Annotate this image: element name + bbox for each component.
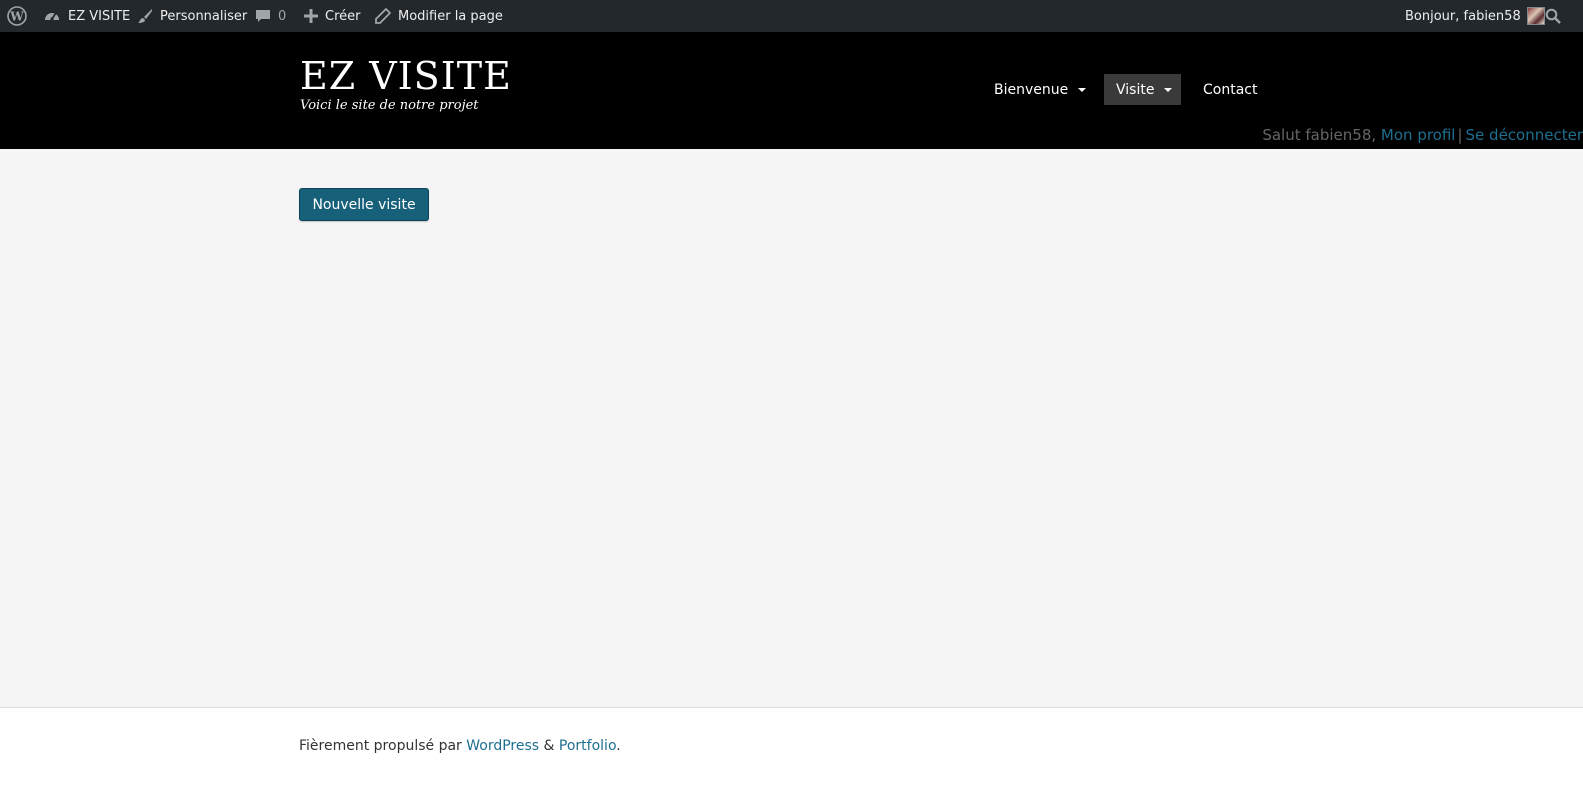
- admin-search[interactable]: [1545, 0, 1561, 32]
- chevron-down-icon: [1164, 87, 1173, 92]
- theme-link[interactable]: Portfolio: [559, 738, 616, 754]
- admin-new[interactable]: Créer: [304, 0, 360, 32]
- admin-comments[interactable]: 0: [255, 0, 286, 32]
- logout-link[interactable]: Se déconnecter: [1466, 126, 1583, 144]
- menu-item-label: Visite: [1116, 81, 1155, 98]
- main-content: Nouvelle visite: [0, 149, 1583, 708]
- admin-site-name-label: EZ VISITE: [68, 8, 131, 24]
- search-icon: [1545, 8, 1561, 24]
- dashboard-icon: [45, 13, 59, 21]
- site-title[interactable]: EZ VISITE: [300, 54, 512, 98]
- menu-item-label: Bienvenue: [994, 81, 1069, 98]
- menu-item-contact[interactable]: Contact: [1191, 74, 1269, 105]
- admin-edit-page-label: Modifier la page: [398, 8, 503, 24]
- site-footer: Fièrement propulsé par WordPress & Portf…: [299, 738, 621, 754]
- footer-amp: &: [543, 738, 555, 754]
- pencil-icon: [375, 8, 391, 24]
- admin-site-name[interactable]: EZ VISITE: [43, 0, 130, 32]
- new-visit-button[interactable]: Nouvelle visite: [299, 188, 429, 221]
- greeting-text: Salut fabien58,: [1262, 126, 1377, 144]
- comments-count: 0: [278, 8, 287, 24]
- footer-prefix: Fièrement propulsé par: [299, 738, 462, 754]
- admin-bar: W EZ VISITE Personnaliser 0 Créer Modifi…: [0, 0, 1583, 32]
- menu-item-visite[interactable]: Visite: [1104, 74, 1181, 105]
- menu-item-label: Contact: [1203, 81, 1258, 98]
- admin-edit-page[interactable]: Modifier la page: [375, 0, 503, 32]
- admin-customize-label: Personnaliser: [160, 8, 248, 24]
- greeting-separator: |: [1457, 126, 1463, 144]
- admin-account[interactable]: Bonjour, fabien58: [1405, 0, 1545, 32]
- comment-icon: [256, 10, 270, 22]
- menu-item-bienvenue[interactable]: Bienvenue: [982, 74, 1098, 105]
- admin-new-label: Créer: [325, 8, 361, 24]
- profile-link[interactable]: Mon profil: [1381, 126, 1456, 144]
- site-description: Voici le site de notre projet: [300, 98, 479, 113]
- footer-end: .: [616, 738, 621, 754]
- chevron-down-icon: [1078, 87, 1087, 92]
- user-greeting: Salut fabien58, Mon profil | Se déconnecte…: [1262, 126, 1583, 144]
- plus-icon: [304, 9, 318, 23]
- wordpress-link[interactable]: WordPress: [466, 738, 539, 754]
- admin-customize[interactable]: Personnaliser: [137, 0, 247, 32]
- avatar: [1526, 7, 1545, 25]
- admin-greeting: Bonjour, fabien58: [1405, 8, 1521, 24]
- svg-text:W: W: [9, 10, 24, 24]
- site-header: EZ VISITE Voici le site de notre projet …: [0, 32, 1583, 149]
- wordpress-logo-icon[interactable]: W: [7, 0, 27, 32]
- brush-icon: [138, 9, 152, 23]
